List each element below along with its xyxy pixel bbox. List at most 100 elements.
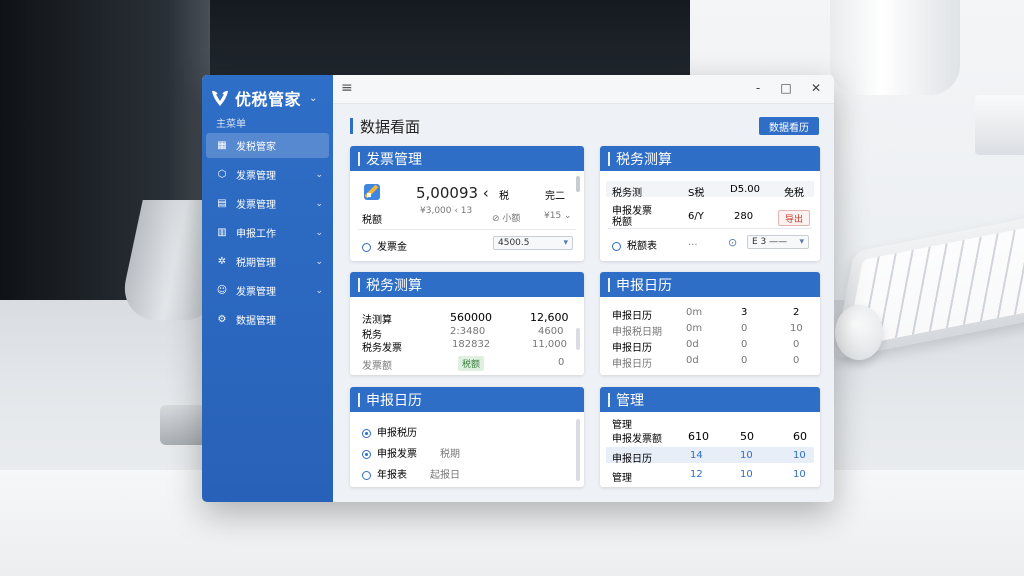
card-header: 税务测算 (600, 146, 820, 171)
mouse (835, 305, 883, 360)
page-title: 数据看面 (360, 118, 421, 136)
scrollbar[interactable] (576, 176, 580, 192)
calendar-item-label: 年报表 (377, 470, 407, 481)
cell: 560000 (450, 311, 492, 324)
cell: 6/Y (688, 211, 704, 222)
maximize-icon[interactable]: □ (779, 81, 793, 95)
sidebar-item-label: 发税管家 (236, 142, 276, 153)
grid-icon: ▦ (217, 140, 227, 151)
titlebar: ≡ - □ ✕ (333, 75, 834, 104)
cell: 0m (686, 307, 703, 318)
sidebar-item-dashboard[interactable]: ▦ 发税管家 (206, 133, 329, 158)
card-header: 税务测算 (350, 272, 584, 297)
tax-label: 税额 (362, 215, 382, 226)
main-content: ≡ - □ ✕ 数据看面 数据看历 发票管理 5,00093 ‹ 税 完二 税额… (333, 75, 834, 502)
scrollbar[interactable] (576, 328, 580, 350)
cell: 0 (741, 339, 748, 350)
cell: 申报发票 税额 (612, 206, 652, 228)
cell: 14 (690, 450, 703, 461)
cell: 法测算 (362, 315, 392, 326)
manage-card: 管理 管理 申报发票额 610 50 60 申报日历 14 10 10 管理 1… (600, 387, 820, 487)
radio-icon (362, 470, 371, 480)
clock-icon: ⊙ (728, 236, 738, 249)
calendar-top-card: 申报日历 申报日历 0m 3 2 申报税日期 0m 0 10 申报日历 0d 0… (600, 272, 820, 375)
sub-mid: ⊘ 小额 (492, 214, 521, 224)
divider (608, 228, 812, 229)
card-title: 管理 (616, 392, 644, 409)
brand[interactable]: 优税管家 ⌄ (210, 83, 317, 113)
close-icon[interactable]: ✕ (809, 81, 823, 95)
sidebar-nav: ▦ 发税管家 ⬡ 发票管理 ⌄ ▤ 发票管理 ⌄ ▥ 申报工作 ⌄ ✲ 税期管理 (202, 133, 333, 336)
cube-icon: ⬡ (217, 169, 227, 180)
cell: 管理 (612, 420, 632, 431)
sidebar-item-label: 发票管理 (236, 200, 276, 211)
sidebar-item-label: 发票管理 (236, 171, 276, 182)
cell: 60 (793, 430, 807, 443)
menu-icon[interactable]: ≡ (341, 81, 355, 95)
people-icon: ☺ (216, 285, 228, 296)
calendar-item-value: 起报日 (430, 470, 460, 481)
card-header: 发票管理 (350, 146, 584, 171)
cell: D5.00 (730, 184, 760, 195)
sub-right: ¥15 ⌄ (544, 211, 572, 221)
sidebar-item-invoice-3[interactable]: ☺ 发票管理 ⌄ (206, 278, 329, 303)
calendar-button[interactable]: 数据看历 (759, 117, 819, 135)
card-header: 申报日历 (600, 272, 820, 297)
radio-icon (362, 449, 371, 459)
calendar-item[interactable]: 申报税历 (362, 424, 417, 439)
tax-tag: 税额 (458, 356, 485, 371)
chevron-down-icon: ▾ (563, 238, 568, 248)
cell: S税 (688, 188, 705, 199)
sidebar-item-label: 发票管理 (236, 287, 276, 298)
cell: 税务发票 (362, 343, 402, 354)
cell: 申报税日期 (612, 327, 662, 338)
sidebar-item-declare[interactable]: ▥ 申报工作 ⌄ (206, 220, 329, 245)
gear-icon: ✲ (217, 256, 227, 267)
calendar-item[interactable]: 申报发票 (362, 445, 417, 460)
value-select[interactable]: E 3 —— ▾ (747, 235, 809, 249)
export-button[interactable]: 导出 (778, 210, 810, 226)
sidebar-item-invoice-2[interactable]: ▤ 发票管理 ⌄ (206, 191, 329, 216)
sidebar-item-invoice-1[interactable]: ⬡ 发票管理 ⌄ (206, 162, 329, 187)
cell: 0 (741, 355, 748, 366)
radio-icon[interactable] (612, 241, 621, 251)
invoice-amount: 5,00093 ‹ (416, 184, 489, 202)
sidebar-item-tax-period[interactable]: ✲ 税期管理 ⌄ (206, 249, 329, 274)
cell: 0d (686, 339, 699, 350)
invoice-col2: 税 (499, 191, 509, 202)
cell-row: 税额表 (612, 237, 657, 252)
calendar-item[interactable]: 年报表 (362, 466, 407, 481)
cell: 12 (690, 469, 703, 480)
footer-label: 发票金 (377, 242, 407, 253)
cell: 申报日历 (612, 343, 652, 354)
title-accent (350, 118, 353, 134)
cell: 0d (686, 355, 699, 366)
calendar-item-label: 申报发票 (377, 449, 417, 460)
calendar-card: 申报日历 申报税历 申报发票 税期 年报表 起报日 (350, 387, 584, 487)
cell: 管理 (612, 473, 632, 484)
cell: 免税 (784, 188, 804, 199)
cell: 10 (790, 323, 803, 334)
invoice-icon (364, 184, 380, 200)
amount-select[interactable]: 4500.5 ▾ (493, 236, 573, 250)
tax-calc-card: 税务测算 法测算 560000 12,600 税务 2:3480 4600 税务… (350, 272, 584, 375)
card-title: 申报日历 (366, 392, 422, 409)
scrollbar[interactable] (576, 419, 580, 481)
cell: 税务测 (612, 188, 642, 199)
radio-icon[interactable] (362, 242, 371, 252)
minimize-icon[interactable]: - (751, 81, 765, 95)
card-title: 申报日历 (616, 277, 672, 294)
cell: 10 (793, 450, 806, 461)
invoice-col3: 完二 (545, 191, 565, 202)
cell: 10 (793, 469, 806, 480)
chevron-down-icon: ▾ (799, 237, 804, 247)
sidebar-item-data[interactable]: ⚙ 数据管理 (206, 307, 329, 332)
cell: 4600 (538, 326, 564, 337)
sub-amount: ¥3,000 ‹ 13 (420, 206, 473, 216)
chevron-down-icon: ⌄ (315, 285, 323, 296)
cell: 50 (740, 430, 754, 443)
cup (830, 0, 960, 95)
chevron-down-icon: ⌄ (309, 92, 318, 104)
cell: 0 (793, 339, 800, 350)
chevron-down-icon: ⌄ (315, 169, 323, 180)
